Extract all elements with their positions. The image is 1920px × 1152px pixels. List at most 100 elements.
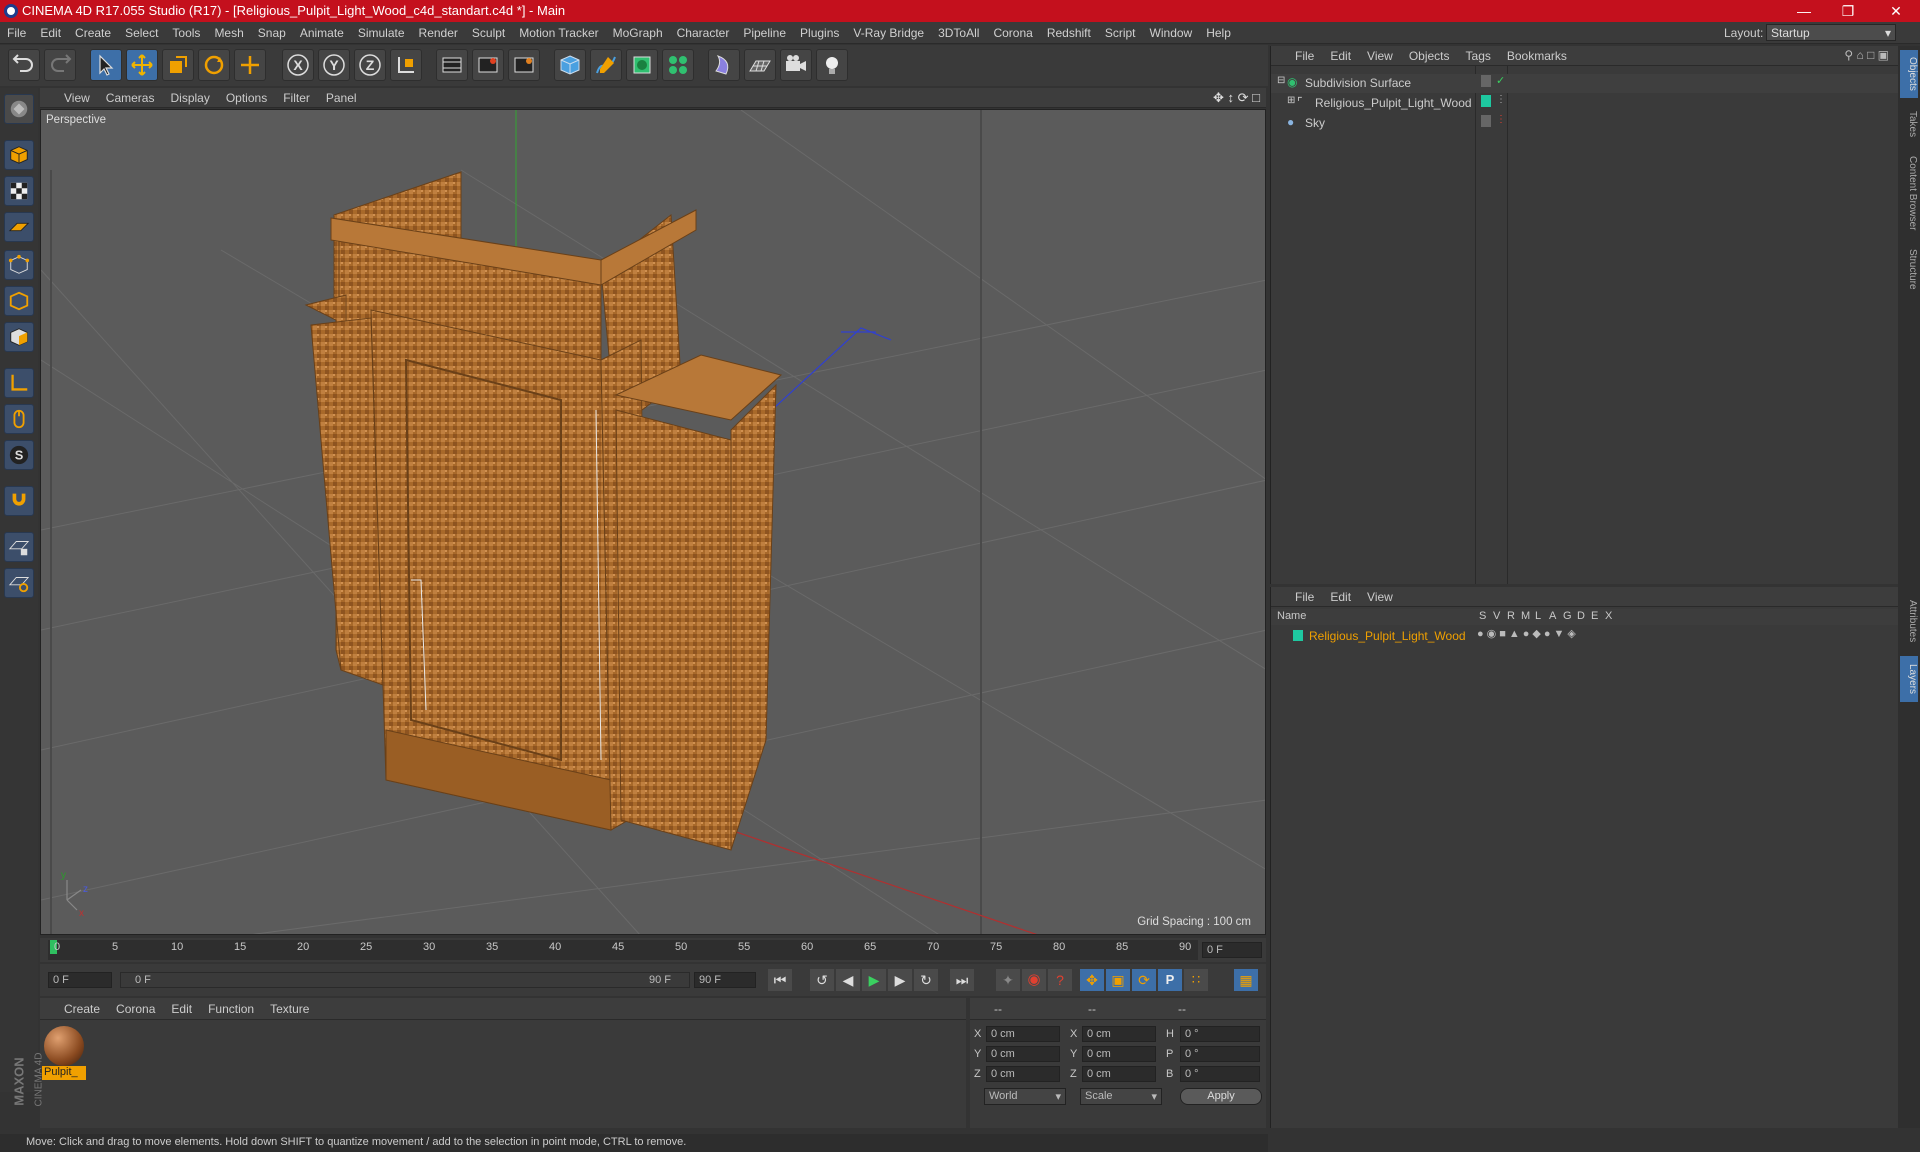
layer-menu-view[interactable]: View — [1359, 587, 1401, 604]
obj-menu-objects[interactable]: Objects — [1401, 46, 1458, 63]
timeline-window-icon[interactable]: ▦ — [1234, 969, 1258, 991]
menu-corona[interactable]: Corona — [986, 22, 1039, 44]
apply-button[interactable]: Apply — [1180, 1088, 1262, 1105]
restore-icon[interactable]: ❐ — [1838, 2, 1858, 20]
size-x-field[interactable]: 0 cm — [1082, 1026, 1156, 1042]
range-slider[interactable]: 0 F 90 F — [120, 972, 690, 988]
model-mode-button[interactable] — [4, 140, 34, 170]
enabled-check-icon[interactable]: ✓ — [1496, 74, 1505, 87]
coord-mode-select[interactable]: World ▾ — [984, 1088, 1066, 1105]
menu-simulate[interactable]: Simulate — [351, 22, 412, 44]
layout-select[interactable]: Startup ▾ — [1766, 24, 1896, 41]
viewport-menu-filter[interactable]: Filter — [275, 88, 318, 105]
end-frame-field[interactable]: 90 F — [694, 972, 756, 988]
obj-menu-file[interactable]: File — [1271, 46, 1322, 63]
keyframe-selection-icon[interactable]: ? — [1048, 969, 1072, 991]
coordinate-system-button[interactable] — [390, 49, 422, 81]
menu-pipeline[interactable]: Pipeline — [736, 22, 793, 44]
menu-edit[interactable]: Edit — [33, 22, 68, 44]
col-e[interactable]: E — [1591, 610, 1598, 622]
mograph-cloner-button[interactable] — [662, 49, 694, 81]
material-menu-create[interactable]: Create — [40, 998, 108, 1016]
obj-menu-view[interactable]: View — [1359, 46, 1401, 63]
menu-sculpt[interactable]: Sculpt — [465, 22, 512, 44]
viewport-nav-icons[interactable]: ✥ ↕ ⟳ □ — [1213, 90, 1260, 106]
menu-plugins[interactable]: Plugins — [793, 22, 846, 44]
material-swatch[interactable]: Pulpit_ — [42, 1024, 86, 1080]
col-m[interactable]: M — [1521, 610, 1530, 622]
tab-structure[interactable]: Structure — [1900, 242, 1918, 296]
key-scale-icon[interactable]: ▣ — [1106, 969, 1130, 991]
col-g[interactable]: G — [1563, 610, 1572, 622]
rot-b-field[interactable]: 0 ° — [1180, 1066, 1260, 1082]
goto-start-icon[interactable]: ⏮ — [768, 969, 792, 991]
tab-layers[interactable]: Layers — [1900, 656, 1918, 702]
viewport-menu-panel[interactable]: Panel — [318, 88, 365, 105]
menu-snap[interactable]: Snap — [251, 22, 293, 44]
rot-h-field[interactable]: 0 ° — [1180, 1026, 1260, 1042]
goto-end-icon[interactable]: ⏭ — [950, 969, 974, 991]
object-row[interactable]: ● Sky ⋮ — [1271, 114, 1899, 133]
y-axis-button[interactable]: Y — [318, 49, 350, 81]
obj-menu-bookmarks[interactable]: Bookmarks — [1499, 46, 1575, 63]
next-key-icon[interactable]: ↻ — [914, 969, 938, 991]
start-frame-field[interactable]: 0 F — [48, 972, 112, 988]
play-icon[interactable]: ▶ — [862, 969, 886, 991]
layer-flag-icons[interactable]: ●◉■▲●◆●▼◈ — [1477, 627, 1579, 640]
viewport-menu-display[interactable]: Display — [162, 88, 217, 105]
col-d[interactable]: D — [1577, 610, 1585, 622]
size-z-field[interactable]: 0 cm — [1082, 1066, 1156, 1082]
locked-workplane-button[interactable] — [4, 532, 34, 562]
material-menu-edit[interactable]: Edit — [163, 998, 200, 1016]
key-parameter-icon[interactable]: P — [1158, 969, 1182, 991]
layer-swatch[interactable] — [1481, 115, 1491, 127]
points-mode-button[interactable] — [4, 250, 34, 280]
redo-button[interactable] — [44, 49, 76, 81]
subdivision-nurbs-button[interactable] — [626, 49, 658, 81]
camera-button[interactable] — [780, 49, 812, 81]
menu-mograph[interactable]: MoGraph — [606, 22, 670, 44]
menu-tools[interactable]: Tools — [165, 22, 207, 44]
key-point-level-icon[interactable]: ∷ — [1184, 969, 1208, 991]
material-menu-texture[interactable]: Texture — [262, 998, 317, 1016]
x-axis-button[interactable]: X — [282, 49, 314, 81]
menu-create[interactable]: Create — [68, 22, 118, 44]
prev-frame-icon[interactable]: ◀ — [836, 969, 860, 991]
render-view-button[interactable] — [436, 49, 468, 81]
edit-render-settings-button[interactable] — [508, 49, 540, 81]
menu-script[interactable]: Script — [1098, 22, 1143, 44]
obj-menu-tags[interactable]: Tags — [1458, 46, 1499, 63]
col-a[interactable]: A — [1549, 610, 1556, 622]
menu-redshift[interactable]: Redshift — [1040, 22, 1098, 44]
cube-primitive-button[interactable] — [554, 49, 586, 81]
material-menu-function[interactable]: Function — [200, 998, 262, 1016]
next-frame-icon[interactable]: ▶ — [888, 969, 912, 991]
pos-y-field[interactable]: 0 cm — [986, 1046, 1060, 1062]
texture-mode-button[interactable] — [4, 176, 34, 206]
undo-button[interactable] — [8, 49, 40, 81]
menu-file[interactable]: File — [0, 22, 33, 44]
tab-objects[interactable]: Objects — [1900, 50, 1918, 98]
layer-menu-edit[interactable]: Edit — [1322, 587, 1359, 604]
perspective-viewport[interactable]: y z x Perspective Grid Spacing : 100 cm — [40, 109, 1266, 935]
edges-mode-button[interactable] — [4, 286, 34, 316]
key-rotation-icon[interactable]: ⟳ — [1132, 969, 1156, 991]
layer-swatch[interactable] — [1481, 95, 1491, 107]
col-r[interactable]: R — [1507, 610, 1515, 622]
layer-swatch[interactable] — [1481, 75, 1491, 87]
autokey-icon[interactable]: ◉ — [1022, 969, 1046, 991]
snap-button[interactable] — [4, 486, 34, 516]
viewport-menu-cameras[interactable]: Cameras — [98, 88, 163, 105]
z-axis-button[interactable]: Z — [354, 49, 386, 81]
make-editable-button[interactable] — [4, 94, 34, 124]
col-l[interactable]: L — [1535, 610, 1541, 622]
light-button[interactable] — [816, 49, 848, 81]
tab-content-browser[interactable]: Content Browser — [1900, 148, 1918, 238]
object-row[interactable]: ⊟ ◉ Subdivision Surface ✓ — [1271, 74, 1899, 93]
menu-select[interactable]: Select — [118, 22, 165, 44]
menu-character[interactable]: Character — [670, 22, 737, 44]
enable-axis-button[interactable] — [4, 368, 34, 398]
minimize-icon[interactable]: — — [1794, 2, 1814, 20]
menu-help[interactable]: Help — [1199, 22, 1238, 44]
solo-button[interactable]: S — [4, 440, 34, 470]
